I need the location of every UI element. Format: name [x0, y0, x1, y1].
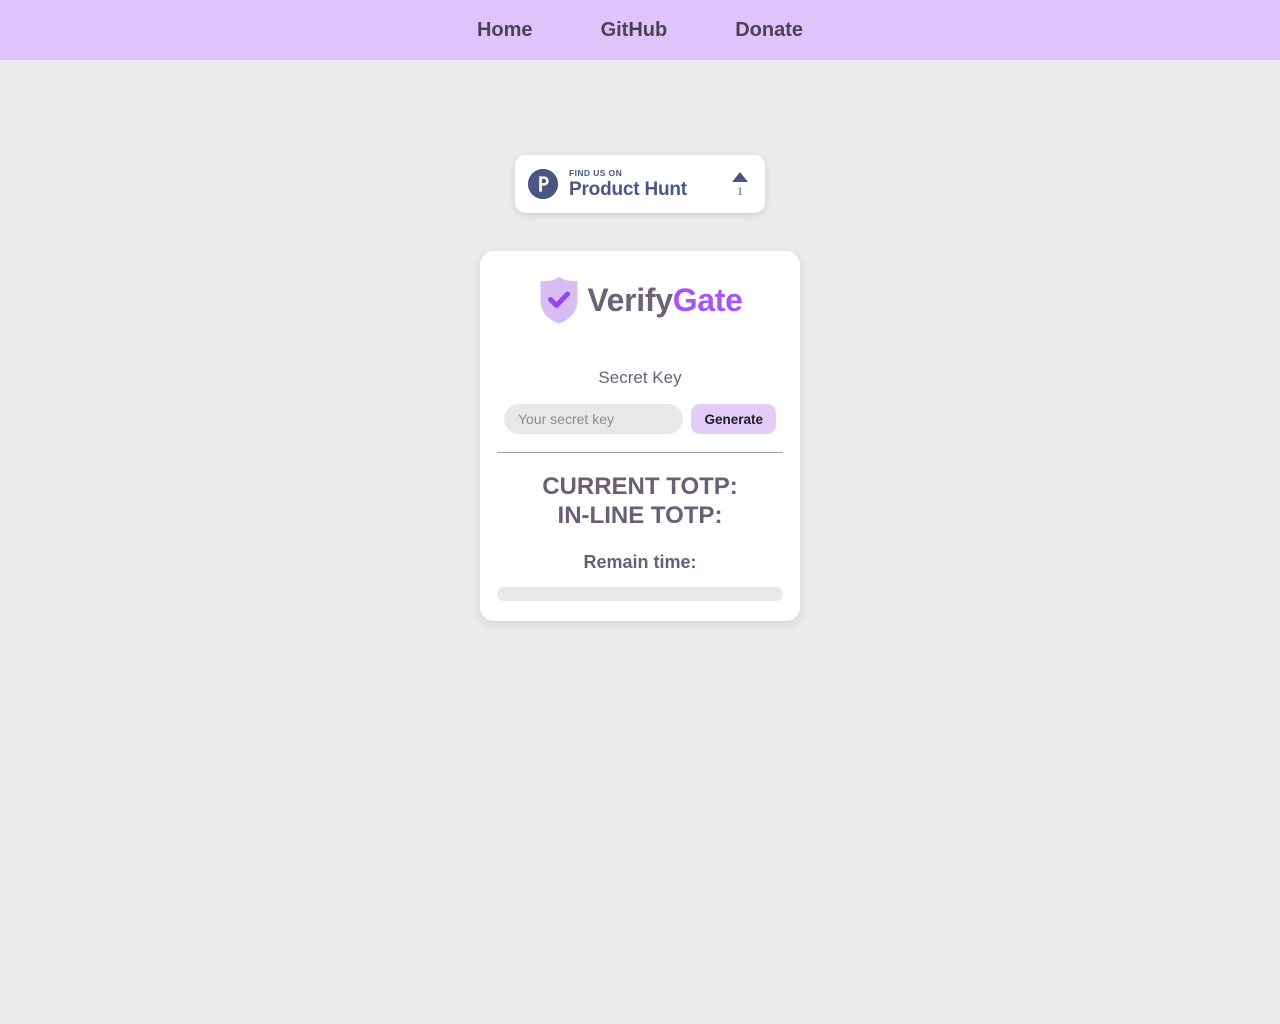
brand-title-accent: Gate [672, 281, 743, 318]
remain-time-label: Remain time: [583, 552, 697, 572]
upvote-triangle-icon [732, 171, 748, 182]
shield-check-icon [537, 275, 581, 325]
brand-title-primary: Verify [587, 281, 673, 318]
secret-key-input[interactable] [504, 404, 684, 434]
nav-link-donate[interactable]: Donate [701, 0, 837, 60]
generate-button[interactable]: Generate [691, 404, 776, 434]
product-hunt-name: Product Hunt [569, 178, 687, 200]
product-hunt-logo-icon [528, 169, 558, 199]
card-divider [497, 452, 783, 453]
nav-link-home[interactable]: Home [443, 0, 567, 60]
remain-time-progress [497, 587, 783, 601]
brand-title: VerifyGate [587, 281, 743, 319]
current-totp-label: CURRENT TOTP: [542, 473, 738, 500]
brand-logo: VerifyGate [537, 275, 743, 325]
product-hunt-badge[interactable]: FIND US ON Product Hunt 1 [515, 155, 765, 213]
product-hunt-upvote[interactable]: 1 [732, 171, 752, 198]
upvote-count: 1 [737, 183, 743, 198]
product-hunt-kicker: FIND US ON [569, 167, 623, 178]
inline-totp-label: IN-LINE TOTP: [557, 502, 723, 529]
verifygate-card: VerifyGate Secret Key Generate CURRENT T… [480, 251, 800, 621]
page-body: FIND US ON Product Hunt 1 VerifyGate Sec… [0, 60, 1280, 621]
top-navbar: Home GitHub Donate [0, 0, 1280, 60]
product-hunt-text: FIND US ON Product Hunt [569, 168, 732, 201]
nav-link-github[interactable]: GitHub [567, 0, 702, 60]
secret-key-label: Secret Key [598, 368, 682, 387]
secret-key-row: Generate [504, 404, 776, 434]
